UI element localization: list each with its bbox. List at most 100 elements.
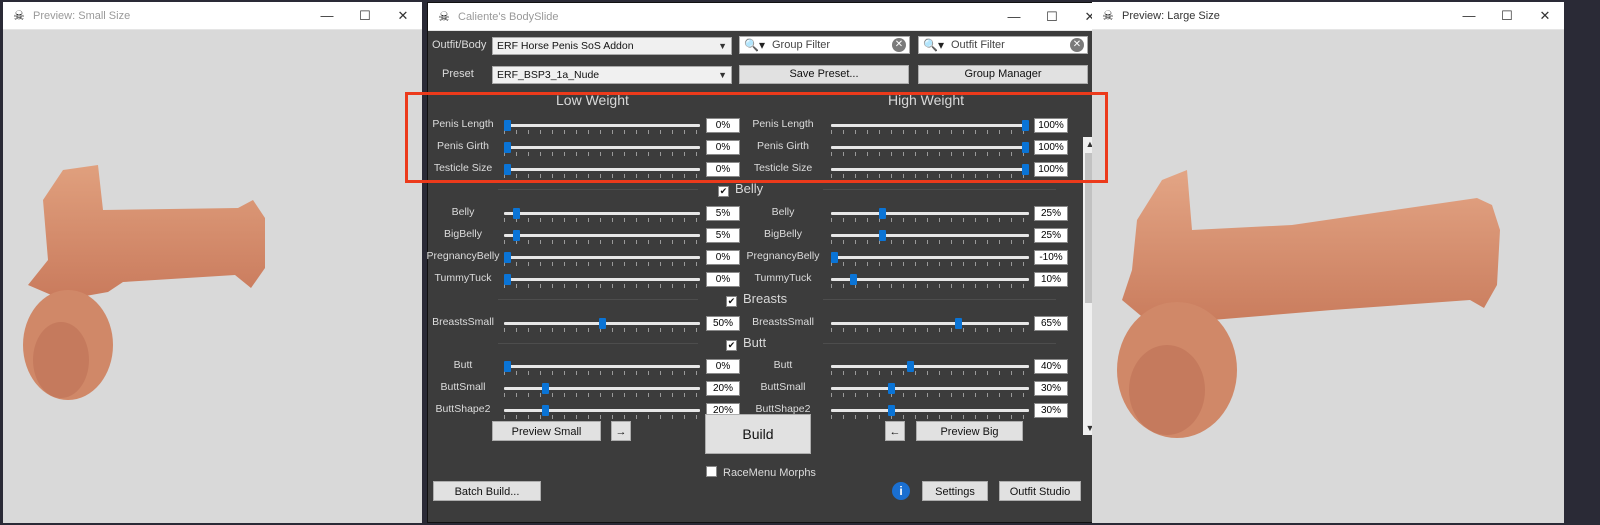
arrow-right-button[interactable]: → bbox=[611, 421, 631, 441]
slider-value-low[interactable]: 5% bbox=[706, 228, 740, 243]
group-filter-input[interactable]: 🔍▾ Group Filter ✕ bbox=[739, 36, 910, 54]
group-manager-button[interactable]: Group Manager bbox=[918, 65, 1088, 84]
slider-value-low[interactable]: 0% bbox=[706, 359, 740, 374]
outfit-studio-button[interactable]: Outfit Studio bbox=[999, 481, 1081, 501]
outfit-label: Outfit/Body bbox=[432, 39, 487, 51]
main-titlebar[interactable]: ☠ Caliente's BodySlide — ☐ ✕ bbox=[428, 3, 1109, 31]
slider-low[interactable] bbox=[504, 229, 700, 244]
save-preset-button[interactable]: Save Preset... bbox=[739, 65, 909, 84]
group-separator bbox=[823, 343, 1056, 344]
slider-high[interactable] bbox=[831, 382, 1029, 397]
slider-low[interactable] bbox=[504, 382, 700, 397]
slider-thumb-high[interactable] bbox=[888, 383, 896, 394]
minimize-icon[interactable]: — bbox=[1450, 2, 1488, 30]
close-icon[interactable]: ✕ bbox=[1526, 2, 1564, 30]
slider-thumb-low[interactable] bbox=[504, 252, 511, 263]
slider-value-high[interactable]: 30% bbox=[1034, 403, 1068, 418]
slider-label-low: ButtSmall bbox=[440, 381, 486, 393]
checkbox-unchecked-icon[interactable] bbox=[706, 466, 717, 477]
slider-label-low: Belly bbox=[451, 206, 475, 218]
group-separator bbox=[498, 189, 698, 190]
slider-thumb-low[interactable] bbox=[541, 383, 549, 394]
preset-select[interactable]: ERF_BSP3_1a_Nude ▼ bbox=[492, 66, 732, 84]
slider-low[interactable] bbox=[504, 317, 700, 332]
minimize-icon[interactable]: — bbox=[995, 3, 1033, 31]
slider-high[interactable] bbox=[831, 360, 1029, 375]
slider-value-high[interactable]: 40% bbox=[1034, 359, 1068, 374]
slider-value-low[interactable]: 0% bbox=[706, 272, 740, 287]
close-icon[interactable]: ✕ bbox=[384, 2, 422, 30]
slider-high[interactable] bbox=[831, 251, 1029, 266]
slider-low[interactable] bbox=[504, 404, 700, 419]
checkbox-checked-icon[interactable]: ✔ bbox=[718, 186, 729, 197]
outfit-filter-input[interactable]: 🔍▾ Outfit Filter ✕ bbox=[918, 36, 1088, 54]
slider-thumb-low[interactable] bbox=[504, 361, 511, 372]
slider-track bbox=[504, 256, 700, 259]
build-button[interactable]: Build bbox=[705, 414, 811, 454]
slider-thumb-high[interactable] bbox=[878, 208, 886, 219]
slider-value-low[interactable]: 20% bbox=[706, 381, 740, 396]
slider-low[interactable] bbox=[504, 360, 700, 375]
slider-value-high[interactable]: 10% bbox=[1034, 272, 1068, 287]
slider-thumb-low[interactable] bbox=[541, 405, 549, 416]
slider-high[interactable] bbox=[831, 229, 1029, 244]
slider-value-low[interactable]: 50% bbox=[706, 316, 740, 331]
clear-icon[interactable]: ✕ bbox=[1070, 38, 1084, 52]
slider-value-low[interactable]: 0% bbox=[706, 250, 740, 265]
group-header-breasts[interactable]: ✔ Breasts bbox=[726, 291, 787, 307]
checkbox-checked-icon[interactable]: ✔ bbox=[726, 296, 737, 307]
small-preview-viewport[interactable] bbox=[3, 30, 422, 523]
slider-thumb-low[interactable] bbox=[598, 318, 606, 329]
slider-low[interactable] bbox=[504, 273, 700, 288]
slider-ticks bbox=[504, 284, 700, 288]
slider-ticks bbox=[504, 240, 700, 244]
bodyslide-window: ☠ Caliente's BodySlide — ☐ ✕ Outfit/Body… bbox=[427, 2, 1110, 523]
slider-thumb-high[interactable] bbox=[878, 230, 886, 241]
slider-high[interactable] bbox=[831, 317, 1029, 332]
settings-button[interactable]: Settings bbox=[922, 481, 988, 501]
maximize-icon[interactable]: ☐ bbox=[1488, 2, 1526, 30]
slider-thumb-high[interactable] bbox=[907, 361, 915, 372]
slider-high[interactable] bbox=[831, 207, 1029, 222]
batch-build-button[interactable]: Batch Build... bbox=[433, 481, 541, 501]
slider-value-high[interactable]: 25% bbox=[1034, 228, 1068, 243]
clear-icon[interactable]: ✕ bbox=[892, 38, 906, 52]
slider-thumb-low[interactable] bbox=[513, 208, 521, 219]
slider-value-low[interactable]: 5% bbox=[706, 206, 740, 221]
checkbox-checked-icon[interactable]: ✔ bbox=[726, 340, 737, 351]
slider-high[interactable] bbox=[831, 273, 1029, 288]
slider-value-high[interactable]: 25% bbox=[1034, 206, 1068, 221]
slider-low[interactable] bbox=[504, 207, 700, 222]
info-icon[interactable]: i bbox=[892, 482, 910, 500]
maximize-icon[interactable]: ☐ bbox=[1033, 3, 1071, 31]
small-preview-title: Preview: Small Size bbox=[33, 9, 131, 22]
slider-thumb-high[interactable] bbox=[831, 252, 838, 263]
slider-thumb-high[interactable] bbox=[888, 405, 896, 416]
group-header-belly[interactable]: ✔ Belly bbox=[718, 181, 763, 197]
main-title: Caliente's BodySlide bbox=[458, 10, 559, 23]
preview-big-button[interactable]: Preview Big bbox=[916, 421, 1023, 441]
racemenu-morphs-checkbox[interactable]: RaceMenu Morphs bbox=[706, 466, 816, 479]
large-preview-viewport[interactable] bbox=[1092, 30, 1564, 523]
slider-thumb-high[interactable] bbox=[850, 274, 858, 285]
maximize-icon[interactable]: ☐ bbox=[346, 2, 384, 30]
slider-ticks bbox=[831, 371, 1029, 375]
slider-thumb-high[interactable] bbox=[955, 318, 963, 329]
slider-low[interactable] bbox=[504, 251, 700, 266]
slider-high[interactable] bbox=[831, 404, 1029, 419]
chevron-down-icon: ▼ bbox=[718, 70, 727, 80]
outfit-select[interactable]: ERF Horse Penis SoS Addon ▼ bbox=[492, 37, 732, 55]
slider-label-high: Butt bbox=[773, 359, 793, 371]
slider-thumb-low[interactable] bbox=[504, 274, 511, 285]
group-header-butt[interactable]: ✔ Butt bbox=[726, 335, 766, 351]
large-preview-titlebar[interactable]: ☠ Preview: Large Size — ☐ ✕ bbox=[1092, 2, 1564, 30]
slider-value-high[interactable]: 65% bbox=[1034, 316, 1068, 331]
slider-value-high[interactable]: -10% bbox=[1034, 250, 1068, 265]
slider-value-high[interactable]: 30% bbox=[1034, 381, 1068, 396]
arrow-left-button[interactable]: ← bbox=[885, 421, 905, 441]
minimize-icon[interactable]: — bbox=[308, 2, 346, 30]
slider-thumb-low[interactable] bbox=[513, 230, 521, 241]
small-preview-titlebar[interactable]: ☠ Preview: Small Size — ☐ ✕ bbox=[3, 2, 422, 30]
preview-small-button[interactable]: Preview Small bbox=[492, 421, 601, 441]
slider-label-high: Belly bbox=[771, 206, 795, 218]
